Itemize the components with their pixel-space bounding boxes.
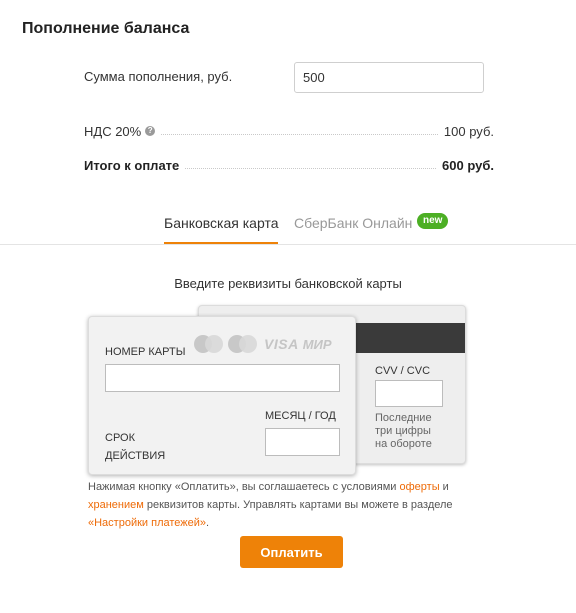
- card-prompt: Введите реквизиты банковской карты: [174, 276, 402, 291]
- card-number-label: НОМЕР КАРТЫ: [105, 346, 186, 358]
- expiry-input[interactable]: [265, 428, 340, 456]
- mir-logo: МИР: [302, 336, 332, 352]
- expiry-label: СРОК ДЕЙСТВИЯ: [105, 432, 166, 462]
- new-badge: new: [417, 213, 449, 229]
- pay-button[interactable]: Оплатить: [240, 536, 343, 568]
- page-title: Пополнение баланса: [22, 20, 190, 37]
- card-front: VISA МИР НОМЕР КАРТЫ МЕСЯЦ / ГОД СРОК ДЕ…: [88, 316, 356, 475]
- maestro-icon: [228, 335, 258, 353]
- help-icon[interactable]: ?: [145, 126, 156, 136]
- payment-logos: VISA МИР: [194, 334, 332, 354]
- card-number-input[interactable]: [105, 364, 340, 392]
- storage-link[interactable]: хранением: [88, 499, 144, 511]
- terms-text-4: .: [206, 517, 210, 529]
- cvv-label: CVV / CVC: [375, 365, 431, 377]
- dotted-leader: [185, 167, 437, 169]
- terms-text: Нажимая кнопку «Оплатить», вы соглашаете…: [88, 478, 468, 532]
- offer-link[interactable]: оферты: [400, 481, 440, 493]
- total-label: Итого к оплате: [84, 157, 180, 173]
- tabs-divider: [0, 244, 576, 245]
- amount-label: Сумма пополнения, руб.: [84, 69, 233, 84]
- vat-value: 100 руб.: [443, 123, 494, 139]
- visa-logo: VISA: [264, 336, 299, 352]
- terms-text-1: Нажимая кнопку «Оплатить», вы соглашаете…: [88, 481, 400, 493]
- total-row: Итого к оплате 600 руб.: [84, 157, 494, 173]
- cvv-hint: Последние три цифры на обороте: [375, 412, 432, 450]
- vat-label: НДС 20%: [84, 123, 142, 139]
- cvv-input[interactable]: [375, 380, 443, 407]
- tab-sberbank-online[interactable]: СберБанк Онлайн: [294, 215, 412, 231]
- terms-text-3: реквизитов карты. Управлять картами вы м…: [143, 499, 453, 511]
- mastercard-icon: [194, 335, 224, 353]
- dotted-leader: [161, 133, 438, 135]
- tab-bank-card[interactable]: Банковская карта: [164, 215, 279, 244]
- vat-row: НДС 20% ? 100 руб.: [84, 123, 494, 139]
- amount-input[interactable]: [294, 62, 484, 93]
- terms-text-2: и: [439, 481, 449, 493]
- total-value: 600 руб.: [442, 157, 494, 173]
- month-year-label: МЕСЯЦ / ГОД: [265, 410, 336, 422]
- payment-settings-link[interactable]: «Настройки платежей»: [88, 517, 206, 529]
